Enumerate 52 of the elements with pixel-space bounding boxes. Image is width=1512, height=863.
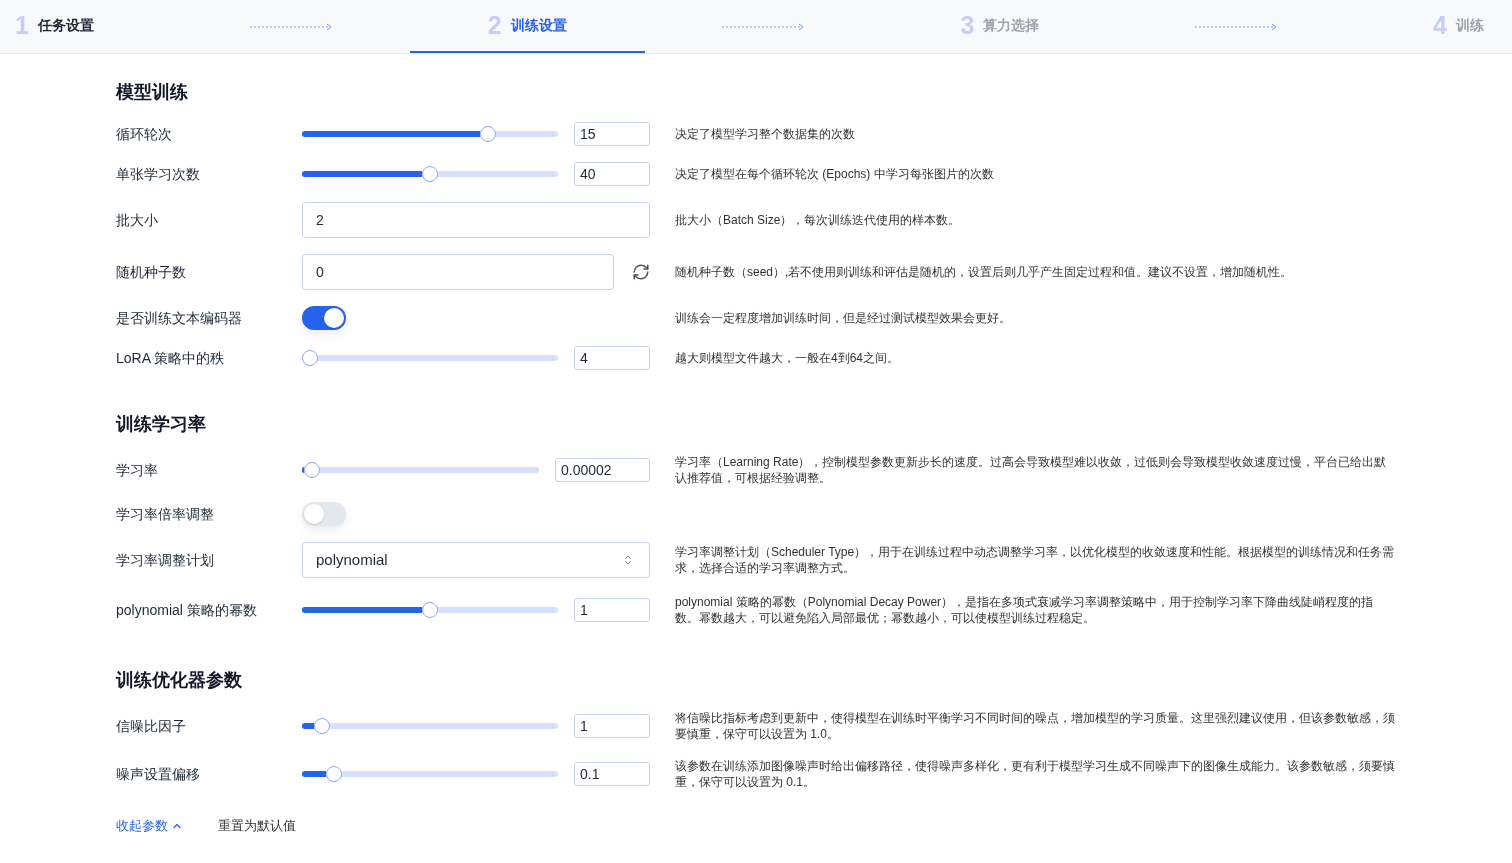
section-title: 训练优化器参数 [116,669,243,692]
number-input[interactable]: 0.00002 [555,458,650,482]
field-description: 决定了模型学习整个数据集的次数 [675,126,856,142]
field-label: 噪声设置偏移 [116,766,200,782]
section-title: 模型训练 [116,81,189,104]
field-label: 是否训练文本编码器 [116,310,242,326]
field-label: 信噪比因子 [116,718,186,734]
number-input[interactable]: 0.1 [574,762,650,786]
dotted-arrow-icon [722,22,805,31]
slider-thumb[interactable] [314,718,330,734]
field-label: 单张学习次数 [116,166,200,182]
field-label: 学习率 [116,462,158,478]
field-description: 批大小（Batch Size），每次训练迭代使用的样本数。 [675,212,962,228]
field-label: 随机种子数 [116,264,186,280]
field-label: 学习率调整计划 [116,552,214,568]
field-label: polynomial 策略的幂数 [116,602,257,618]
field-description: polynomial 策略的幂数（Polynomial Decay Power），是指在多项式衰减学习率调整策略中，用于控制学习率下降曲线陡峭程度的指数。幂数越大，可以避免陷入局部最优；幂数越小，可以使模型训练过程稳定。 [675,594,1375,626]
number-input[interactable]: 15 [574,122,650,146]
field-description: 该参数在训练添加图像噪声时给出偏移路径，使得噪声多样化，更有利于模型学习生成不同噪声下的图像生成能力。该参数敏感，须要慎重，保守可以设置为 0.1。 [675,758,1396,790]
field-description: 训练会一定程度增加训练时间，但是经过测试模型效果会更好。 [675,310,1012,326]
field-label: 批大小 [116,212,158,228]
field-label: LoRA 策略中的秩 [116,350,225,366]
number-input[interactable]: 4 [574,346,650,370]
slider-thumb[interactable] [422,166,438,182]
field-description: 随机种子数（seed）,若不使用则训练和评估是随机的，设置后则几乎产生固定过程和值。建议不设置，增加随机性。 [675,264,1294,280]
dotted-arrow-icon [249,22,332,31]
number-input[interactable]: 1 [574,714,650,738]
slider-thumb[interactable] [304,462,321,478]
field-description: 将信噪比指标考虑到更新中，使得模型在训练时平衡学习不同时间的噪点，增加模型的学习质量。这里强烈建议使用，但该参数敏感，须要慎重，保守可以设置为 1.0。 [675,710,1396,742]
collapse-link[interactable]: 收起参数 [116,816,183,836]
slider-thumb[interactable] [479,126,496,142]
field-description: 学习率调整计划（Scheduler Type），用于在训练过程中动态调整学习率，以优化模型的收敛速度和性能。根据模型的训练情况和任务需求，选择合适的学习率调整方式。 [675,544,1396,576]
field-description: 决定了模型在每个循环轮次 (Epochs) 中学习每张图片的次数 [675,166,995,182]
chevron-up-down-icon [622,554,634,566]
field-description: 学习率（Learning Rate），控制模型参数更新步长的速度。过高会导致模型难以收敛，过低则会导致模型收敛速度过慢，平台已给出默认推荐值，可根据经验调整。 [675,454,1388,486]
number-input[interactable]: 1 [574,598,650,622]
toggle-switch[interactable] [302,502,346,526]
slider-thumb[interactable] [302,350,318,366]
field-label: 循环轮次 [116,126,172,142]
input-field[interactable]: 0 [302,254,614,290]
select-field[interactable]: polynomial [302,542,650,578]
input-field[interactable]: 2 [302,202,650,238]
toggle-switch[interactable] [302,306,346,330]
section-title: 训练学习率 [116,413,207,436]
slider-thumb[interactable] [422,602,438,618]
field-description: 越大则模型文件越大，一般在4到64之间。 [675,350,901,366]
reset-button[interactable]: 重置为默认值 [218,816,296,836]
refresh-icon[interactable] [632,263,650,281]
field-label: 学习率倍率调整 [116,506,214,522]
number-input[interactable]: 40 [574,162,650,186]
dotted-arrow-icon [1195,22,1278,31]
slider-thumb[interactable] [326,766,342,782]
